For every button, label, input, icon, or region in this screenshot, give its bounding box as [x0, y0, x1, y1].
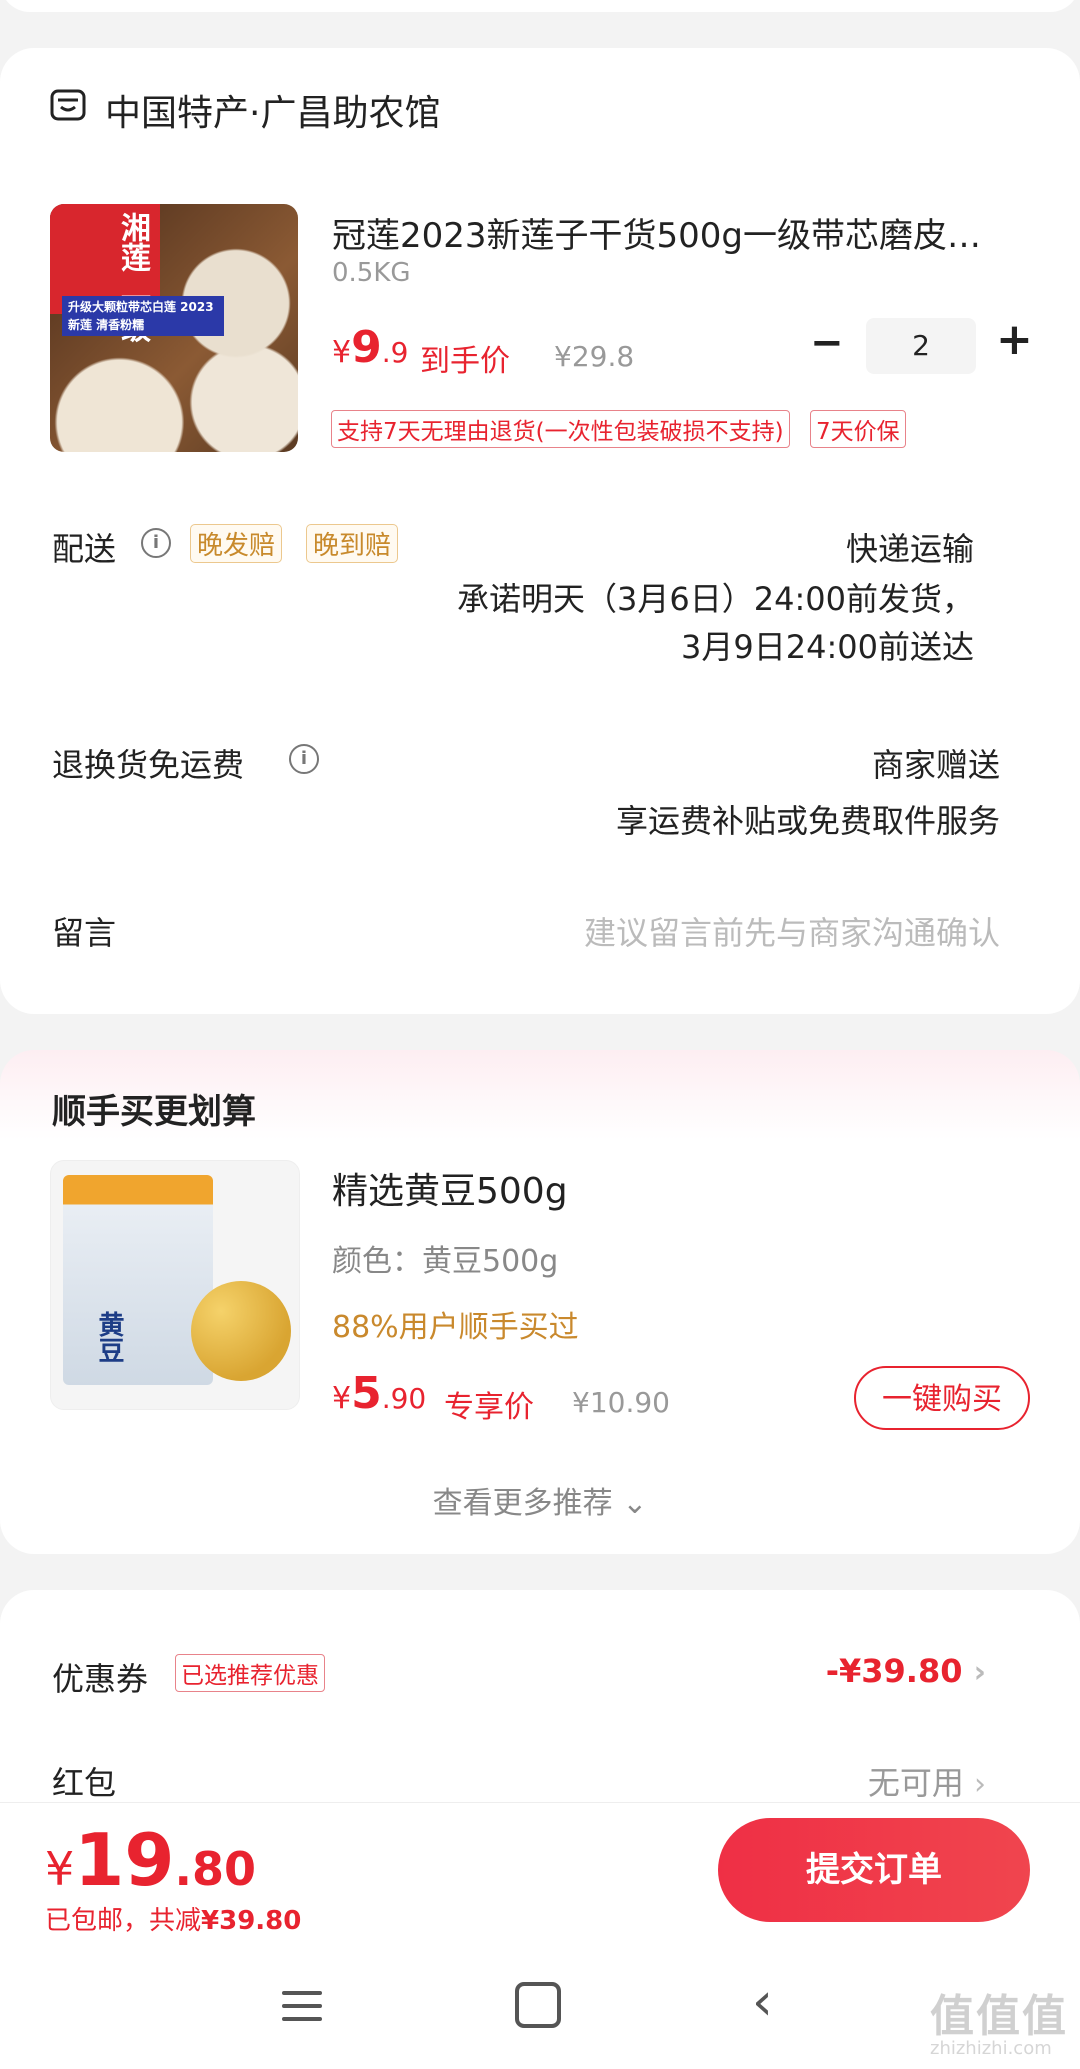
late-arrival-tag: 晚到赔: [306, 524, 399, 563]
store-icon: [50, 89, 86, 121]
delivery-promise-line2: 3月9日24:00前送达: [681, 628, 974, 666]
red-packet-label: 红包: [52, 1764, 117, 1802]
previous-card-edge: [0, 0, 1080, 12]
quantity-input[interactable]: 2: [866, 318, 976, 374]
delivery-method[interactable]: 快递运输: [846, 524, 974, 570]
one-click-buy-button[interactable]: 一键购买: [854, 1366, 1030, 1430]
message-label: 留言: [52, 914, 117, 952]
product-image-band: 升级大颗粒带芯白莲 2023新莲 清香粉糯: [62, 296, 224, 336]
submit-order-button[interactable]: 提交订单: [718, 1818, 1030, 1922]
delivery-label: 配送: [52, 530, 117, 568]
back-icon[interactable]: ‹: [752, 1972, 773, 2032]
recommend-title: 顺手买更划算: [52, 1092, 256, 1132]
price-label: 到手价: [420, 344, 510, 379]
return-shipping-label: 退换货免运费: [52, 746, 245, 784]
coupon-tag: 已选推荐优惠: [175, 1654, 325, 1692]
product-title[interactable]: 冠莲2023新莲子干货500g一级带芯磨皮…: [332, 208, 1012, 257]
chevron-down-icon: ⌄: [622, 1486, 648, 1521]
chevron-right-icon: ›: [973, 1655, 986, 1690]
home-icon[interactable]: [515, 1982, 561, 2028]
total-note: 已包邮，共减¥39.80: [45, 1906, 302, 1936]
late-ship-tag: 晚发赔: [190, 524, 283, 563]
recommend-image-text: 黄豆: [94, 1311, 124, 1363]
total-discount: ¥39.80: [201, 1906, 302, 1936]
recommend-product-name[interactable]: 精选黄豆500g: [332, 1162, 568, 1214]
red-packet-value: 无可用: [867, 1764, 964, 1802]
return-shipping-desc: 享运费补贴或免费取件服务: [615, 802, 1000, 840]
total-price: ¥19.80: [45, 1818, 256, 1902]
product-spec: 0.5KG: [332, 258, 411, 288]
return-policy-tag: 支持7天无理由退货(一次性包装破损不支持): [331, 410, 790, 448]
return-shipping-info-icon[interactable]: i: [289, 744, 319, 774]
recommend-buyers-note: 88%用户顺手买过: [332, 1310, 579, 1345]
quantity-decrease-button[interactable]: −: [810, 320, 844, 366]
product-price: ¥9.9: [332, 322, 409, 373]
quantity-increase-button[interactable]: +: [996, 314, 1033, 365]
recommend-product-image[interactable]: 黄豆: [50, 1160, 300, 1410]
coupon-row[interactable]: -¥39.80 ›: [826, 1652, 986, 1690]
coupon-value: -¥39.80: [825, 1652, 963, 1690]
more-recommend-link[interactable]: 查看更多推荐 ⌄: [0, 1478, 1080, 1522]
message-input[interactable]: 建议留言前先与商家沟通确认: [584, 908, 1000, 954]
recommend-price-label: 专享价: [444, 1390, 534, 1425]
return-shipping-value: 商家赠送: [871, 746, 1000, 784]
original-price: ¥29.8: [554, 340, 635, 373]
product-image[interactable]: 湘莲 一级 升级大颗粒带芯白莲 2023新莲 清香粉糯: [50, 204, 298, 452]
delivery-promise-line1: 承诺明天（3月6日）24:00前发货，: [457, 580, 974, 618]
price-protect-tag: 7天价保: [810, 410, 906, 448]
watermark-logo: 值值值: [930, 1991, 1068, 2042]
menu-icon[interactable]: [282, 1982, 322, 2030]
recommend-original-price: ¥10.90: [572, 1386, 670, 1419]
recommend-product-spec: 颜色：黄豆500g: [332, 1244, 559, 1279]
coupon-label: 优惠券: [52, 1660, 149, 1698]
chevron-right-icon: ›: [974, 1767, 986, 1802]
delivery-info-icon[interactable]: i: [141, 528, 171, 558]
recommend-price: ¥5.90: [332, 1368, 427, 1419]
red-packet-row[interactable]: 无可用 ›: [868, 1758, 986, 1804]
watermark-url: zhizhizhi.com: [930, 2038, 1052, 2059]
store-name[interactable]: 中国特产·广昌助农馆: [105, 84, 440, 136]
